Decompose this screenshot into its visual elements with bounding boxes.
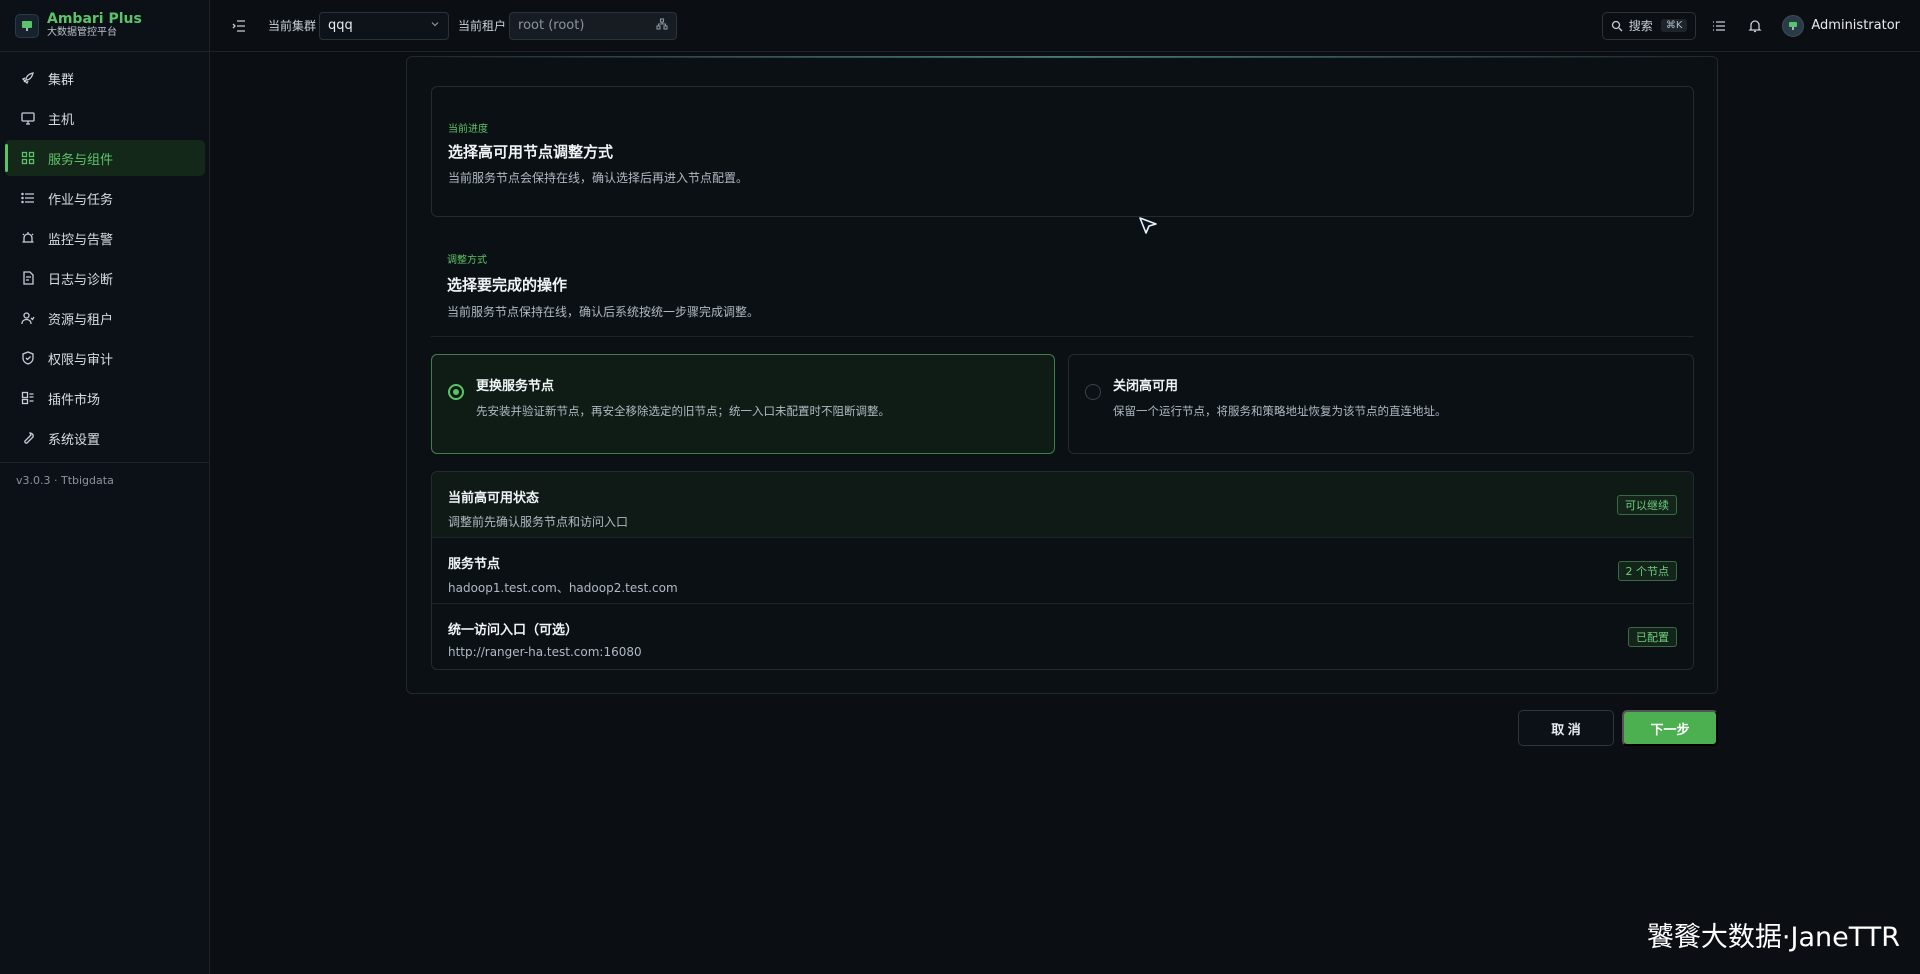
status-badge: 已配置 [1628, 627, 1677, 647]
table-row: 服务节点 hadoop1.test.com、hadoop2.test.com 2… [432, 538, 1693, 604]
sidebar-item-label: 监控与告警 [48, 232, 114, 248]
sidebar-item-label: 主机 [48, 112, 75, 128]
alarm-icon [20, 230, 36, 246]
ha-adjust-card: 当前进度 选择高可用节点调整方式 当前服务节点会保持在线，确认选择后再进入节点配… [406, 56, 1718, 694]
mode-head: 调整方式 选择要完成的操作 当前服务节点保持在线，确认后系统按统一步骤完成调整。 [431, 251, 1694, 337]
wrench-icon [20, 430, 36, 446]
topbar-actions: 搜索 ⌘K Administrator [1601, 11, 1920, 40]
sidebar-item-permissions[interactable]: 权限与审计 [5, 340, 205, 376]
sidebar: Ambari Plus 大数据管控平台 集群 主机 服务与组件 作业与任务 监控… [0, 0, 210, 974]
topbar: 当前集群 qqq 当前租户 root (root) 搜索 ⌘K Administ… [210, 0, 1920, 52]
brand-subtitle: 大数据管控平台 [47, 27, 117, 38]
mode-title: 选择要完成的操作 [447, 276, 568, 294]
sidebar-item-jobs[interactable]: 作业与任务 [5, 180, 205, 216]
option-disable-ha[interactable]: 关闭高可用 保留一个运行节点，将服务和策略地址恢复为该节点的直连地址。 [1068, 354, 1694, 454]
table-row: 统一访问入口（可选） http://ranger-ha.test.com:160… [432, 604, 1693, 669]
table-row: 当前高可用状态 调整前先确认服务节点和访问入口 可以继续 [432, 472, 1693, 538]
sidebar-item-settings[interactable]: 系统设置 [5, 420, 205, 456]
tenant-label: 当前租户 [458, 19, 507, 33]
sidebar-item-host[interactable]: 主机 [5, 100, 205, 136]
cancel-button[interactable]: 取 消 [1518, 710, 1614, 746]
option-replace-node[interactable]: 更换服务节点 先安装并验证新节点，再安全移除选定的旧节点；统一入口未配置时不阻断… [431, 354, 1055, 454]
status-badge: 可以继续 [1617, 495, 1677, 515]
chevron-down-icon [430, 18, 440, 33]
tenant-input-value: root (root) [518, 18, 585, 33]
cluster-select[interactable]: qqq [319, 11, 450, 40]
status-row-sub: http://ranger-ha.test.com:16080 [448, 645, 642, 659]
collapse-menu-icon[interactable] [232, 19, 252, 33]
next-button[interactable]: 下一步 [1622, 710, 1718, 746]
sidebar-item-services[interactable]: 服务与组件 [5, 140, 205, 176]
progress-box: 当前进度 选择高可用节点调整方式 当前服务节点会保持在线，确认选择后再进入节点配… [431, 86, 1694, 217]
shield-icon [20, 350, 36, 366]
sidebar-item-label: 集群 [48, 72, 75, 88]
mode-options: 更换服务节点 先安装并验证新节点，再安全移除选定的旧节点；统一入口未配置时不阻断… [431, 354, 1694, 454]
option-desc: 保留一个运行节点，将服务和策略地址恢复为该节点的直连地址。 [1113, 404, 1447, 418]
search-button[interactable]: 搜索 ⌘K [1601, 11, 1697, 40]
search-icon [1611, 20, 1623, 32]
option-title: 更换服务节点 [476, 379, 555, 394]
bell-icon[interactable] [1746, 17, 1764, 35]
rocket-icon [20, 70, 36, 86]
sidebar-item-label: 日志与诊断 [48, 272, 114, 288]
status-row-title: 服务节点 [448, 557, 501, 572]
option-title: 关闭高可用 [1113, 379, 1179, 394]
tenant-input[interactable]: root (root) [509, 11, 678, 40]
sidebar-item-monitoring[interactable]: 监控与告警 [5, 220, 205, 256]
mode-section: 调整方式 选择要完成的操作 当前服务节点保持在线，确认后系统按统一步骤完成调整。 [431, 251, 1694, 337]
radio-replace-node[interactable] [448, 384, 464, 400]
ha-status-table: 当前高可用状态 调整前先确认服务节点和访问入口 可以继续 服务节点 hadoop… [431, 471, 1694, 670]
plugin-icon [20, 390, 36, 406]
sidebar-item-plugins[interactable]: 插件市场 [5, 380, 205, 416]
sidebar-item-label: 系统设置 [48, 432, 101, 448]
grid-icon [20, 150, 36, 166]
sidebar-nav: 集群 主机 服务与组件 作业与任务 监控与告警 日志与诊断 资源与租户 权限与审… [0, 52, 209, 456]
version-label: v3.0.3 · Ttbigdata [0, 462, 209, 498]
sidebar-item-label: 服务与组件 [48, 152, 114, 168]
status-badge: 2 个节点 [1617, 561, 1677, 581]
sidebar-item-label: 插件市场 [48, 392, 101, 408]
sidebar-item-label: 资源与租户 [48, 312, 114, 328]
cluster-select-value: qqq [328, 18, 353, 33]
hierarchy-icon [656, 17, 668, 34]
status-row-title: 当前高可用状态 [448, 491, 540, 506]
brand-title: Ambari Plus [47, 11, 142, 27]
radio-disable-ha[interactable] [1085, 384, 1101, 400]
users-icon [20, 310, 36, 326]
status-row-sub: 调整前先确认服务节点和访问入口 [448, 515, 629, 529]
sidebar-item-label: 作业与任务 [48, 192, 114, 208]
cluster-label: 当前集群 [268, 19, 317, 33]
monitor-icon [20, 110, 36, 126]
sidebar-item-tenants[interactable]: 资源与租户 [5, 300, 205, 336]
progress-desc: 当前服务节点会保持在线，确认选择后再进入节点配置。 [448, 171, 749, 185]
sidebar-item-label: 权限与审计 [48, 352, 114, 368]
avatar[interactable] [1782, 14, 1805, 37]
sidebar-item-cluster[interactable]: 集群 [5, 60, 205, 96]
mouse-cursor-icon [1139, 217, 1157, 234]
status-row-sub: hadoop1.test.com、hadoop2.test.com [448, 581, 678, 595]
brand[interactable]: Ambari Plus 大数据管控平台 [0, 0, 209, 52]
user-name[interactable]: Administrator [1811, 18, 1900, 33]
sidebar-item-logs[interactable]: 日志与诊断 [5, 260, 205, 296]
status-row-title: 统一访问入口（可选） [448, 623, 579, 638]
progress-eyebrow: 当前进度 [448, 124, 488, 135]
task-list-icon[interactable] [1710, 17, 1728, 35]
list-icon [20, 190, 36, 206]
mode-desc: 当前服务节点保持在线，确认后系统按统一步骤完成调整。 [447, 305, 760, 319]
search-label: 搜索 [1628, 19, 1653, 33]
brand-logo-icon [15, 13, 39, 38]
mode-eyebrow: 调整方式 [447, 255, 487, 266]
watermark: 饕餮大数据·JaneTTR [1646, 922, 1900, 953]
option-desc: 先安装并验证新节点，再安全移除选定的旧节点；统一入口未配置时不阻断调整。 [476, 404, 890, 418]
progress-title: 选择高可用节点调整方式 [448, 143, 614, 161]
search-shortcut: ⌘K [1660, 19, 1688, 32]
log-icon [20, 270, 36, 286]
